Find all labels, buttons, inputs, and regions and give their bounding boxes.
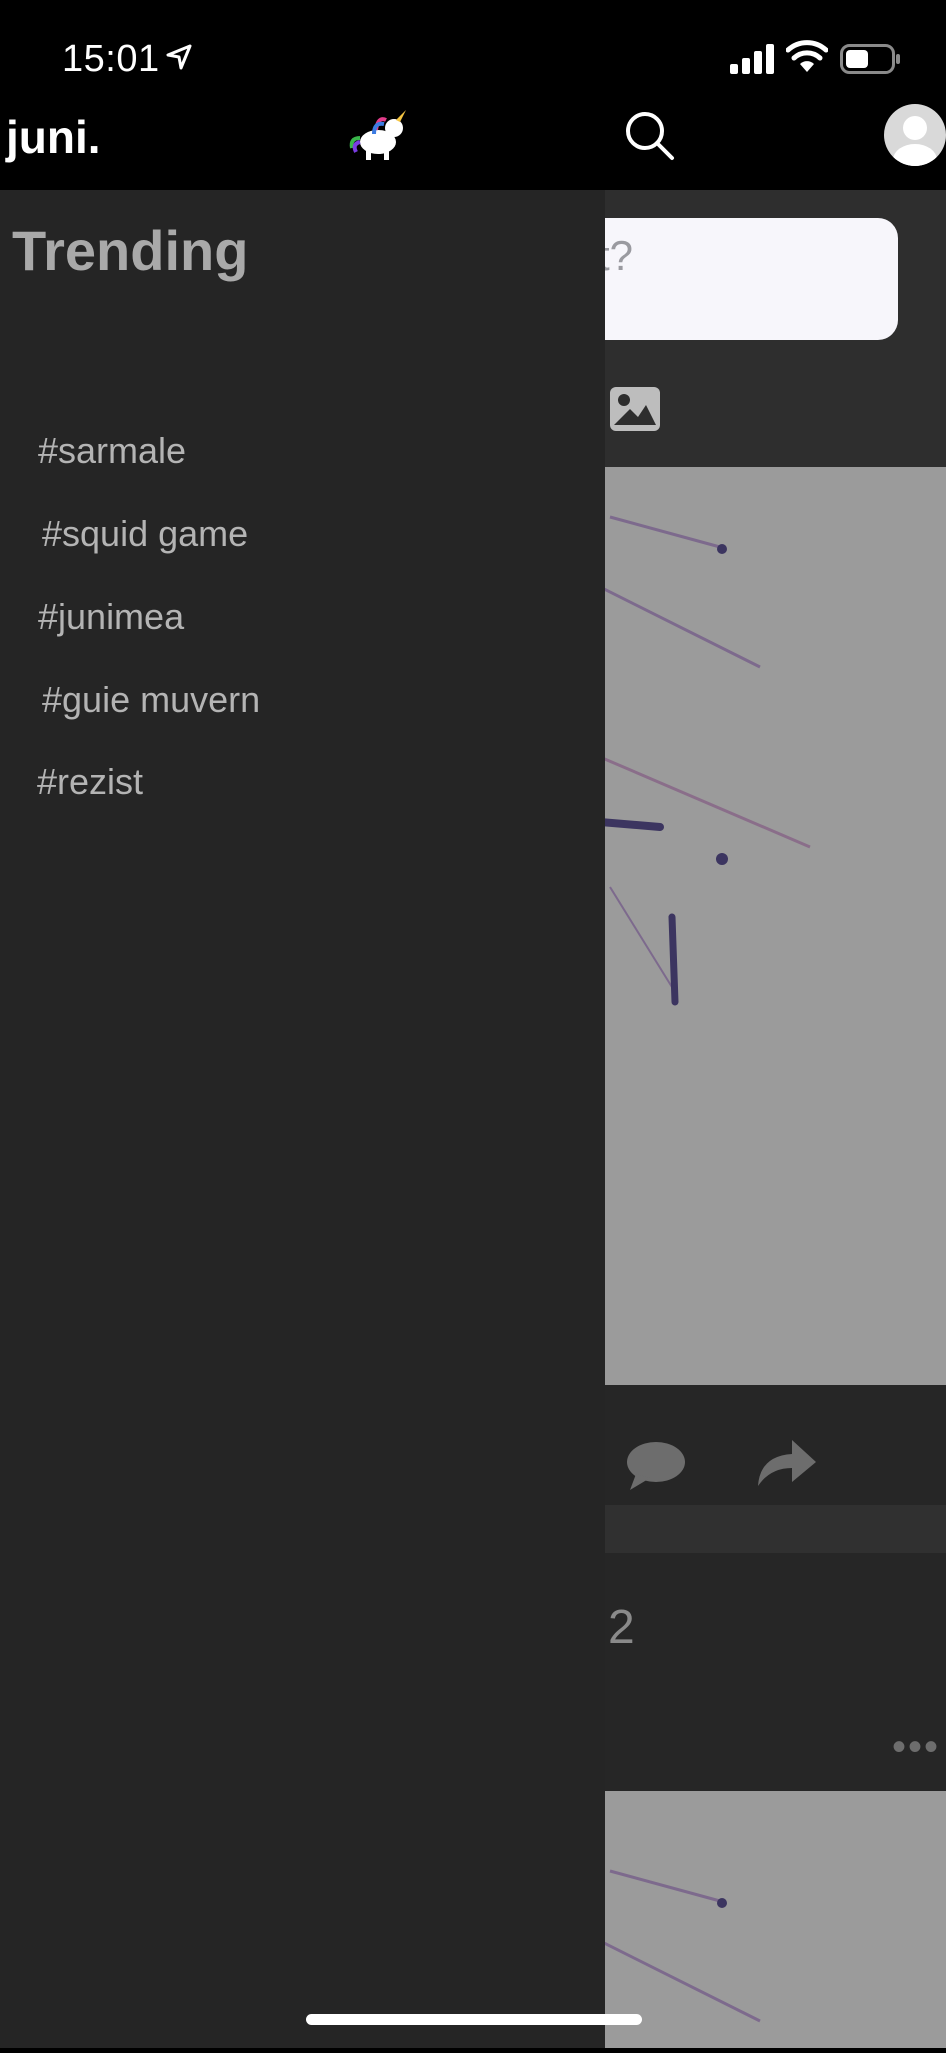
brand-name[interactable]: juni.: [6, 110, 101, 164]
comment-icon[interactable]: [626, 1440, 686, 1492]
post-divider: [600, 1505, 946, 1553]
share-icon[interactable]: [756, 1436, 818, 1488]
trending-tag[interactable]: #guie muvern: [42, 679, 260, 721]
trending-tag[interactable]: #junimea: [38, 596, 184, 638]
more-options-icon[interactable]: •••: [892, 1725, 940, 1770]
battery-icon: [840, 44, 900, 74]
trending-tag[interactable]: #sarmale: [38, 430, 186, 472]
post-image[interactable]: [596, 467, 946, 1385]
app-bar: [0, 90, 946, 190]
status-time: 15:01: [62, 38, 160, 80]
home-indicator[interactable]: [306, 2014, 642, 2025]
avatar[interactable]: [884, 104, 946, 166]
avatar-icon: [893, 116, 937, 166]
signal-icon: [730, 44, 774, 74]
post-image[interactable]: [599, 1791, 946, 2048]
unicorn-icon[interactable]: [348, 108, 410, 164]
location-arrow-icon: [166, 44, 192, 70]
trending-tag[interactable]: #rezist: [37, 761, 143, 803]
sketch-image: [596, 515, 811, 1006]
image-icon[interactable]: [608, 385, 662, 433]
drawer-title: Trending: [12, 219, 249, 282]
trending-tag[interactable]: #squid game: [42, 513, 248, 555]
wifi-icon: [786, 40, 828, 72]
search-icon[interactable]: [624, 110, 676, 162]
sketch-image: [599, 1869, 761, 2023]
